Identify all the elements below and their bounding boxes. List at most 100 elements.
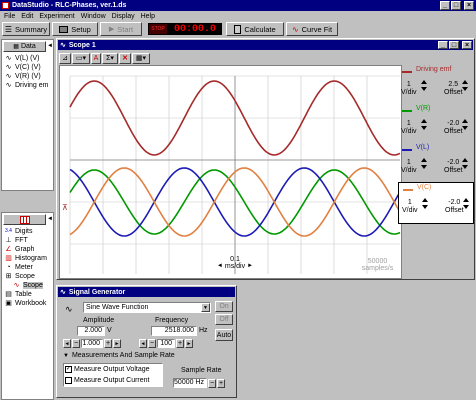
offset-down-arrow[interactable] [463, 205, 469, 209]
legend-vc[interactable]: V(C) 1 V/div -2.0 Offset [398, 182, 474, 224]
measurements-toggle[interactable]: ▼ Measurements And Sample Rate [63, 352, 175, 359]
summary-button[interactable]: ☰ Summary [2, 22, 50, 36]
legend-driving-emf[interactable]: Driving emf 1 V/div 2.5 Offset [398, 65, 474, 107]
offset-up-arrow[interactable] [462, 158, 468, 162]
vdiv-up-arrow[interactable] [422, 198, 428, 202]
amplitude-step-field[interactable]: 1.000 [81, 339, 103, 348]
offset-up-arrow[interactable] [462, 80, 468, 84]
amplitude-left-arrow[interactable]: ◄ [63, 339, 71, 348]
frequency-left-arrow[interactable]: ◄ [139, 339, 147, 348]
data-item-driving-emf[interactable]: ∿ Driving em [4, 81, 54, 90]
menu-display[interactable]: Display [112, 13, 135, 20]
display-item-workbook[interactable]: ▣ Workbook [4, 299, 54, 308]
vdiv-down-arrow[interactable] [421, 165, 427, 169]
offset-up-arrow[interactable] [462, 119, 468, 123]
menu-help[interactable]: Help [141, 13, 155, 20]
delete-button[interactable]: ✕ [119, 52, 131, 64]
data-item-vl[interactable]: ∿ V(L) (V) [4, 54, 54, 63]
frequency-increase-button[interactable]: + [176, 339, 184, 348]
legend-vl[interactable]: V(L) 1 V/div -2.0 Offset [398, 143, 474, 185]
displays-scroll-arrow[interactable]: ◄ [47, 216, 53, 222]
chevron-down-icon[interactable]: ▼ [201, 303, 210, 312]
on-button[interactable]: On [215, 301, 233, 312]
sample-rate-label: Sample Rate [181, 367, 222, 374]
amplitude-right-arrow[interactable]: ► [113, 339, 121, 348]
display-item-meter[interactable]: ◔ Meter [4, 263, 54, 272]
data-item-vc[interactable]: ∿ V(C) (V) [4, 63, 54, 72]
amplitude-field[interactable]: 2.000 [77, 326, 105, 336]
curve-fit-button[interactable]: ∿ Curve Fit [286, 22, 338, 36]
stop-indicator[interactable]: STOP [148, 23, 168, 35]
displays-button[interactable] [3, 214, 46, 225]
toolbar: ☰ Summary Setup ▶ Start STOP 00:00.0 Cal… [0, 21, 476, 38]
graph-icon: ∠ [5, 246, 12, 253]
statistics-button[interactable]: Σ▾ [102, 52, 118, 64]
vdiv-up-arrow[interactable] [421, 80, 427, 84]
display-item-fft[interactable]: ⊥ FFT [4, 236, 54, 245]
menu-edit[interactable]: Edit [21, 13, 33, 20]
legend-swatch [402, 149, 412, 151]
menu-file[interactable]: File [4, 13, 15, 20]
vdiv-down-arrow[interactable] [422, 205, 428, 209]
vdiv-down-arrow[interactable] [421, 87, 427, 91]
time-scale-left-arrow[interactable]: ◄ [217, 263, 223, 270]
vdiv-up-arrow[interactable] [421, 158, 427, 162]
display-item-table[interactable]: ▤ Table [4, 290, 54, 299]
sample-rate-increase-button[interactable]: + [217, 378, 225, 388]
data-scroll-arrow[interactable]: ◄ [47, 43, 53, 49]
summary-icon: ☰ [4, 24, 13, 34]
time-scale: 0.1 ◄ ms/div ► [215, 256, 255, 270]
display-item-graph[interactable]: ∠ Graph [4, 245, 54, 254]
table-icon: ▤ [5, 291, 12, 298]
data-item-vr[interactable]: ∿ V(R) (V) [4, 72, 54, 81]
measure-voltage-checkbox[interactable]: ✓ [65, 366, 72, 373]
waveform-select[interactable]: Sine Wave Function ▼ [83, 302, 211, 313]
auto-button[interactable]: Auto [215, 329, 233, 341]
setup-button[interactable]: Setup [52, 22, 98, 36]
legend-vr[interactable]: V(R) 1 V/div -2.0 Offset [398, 104, 474, 146]
calculate-button[interactable]: Calculate [226, 22, 284, 36]
off-button[interactable]: Off [215, 314, 233, 325]
amplitude-decrease-button[interactable]: − [72, 339, 80, 348]
offset-down-arrow[interactable] [462, 126, 468, 130]
vdiv-down-arrow[interactable] [421, 126, 427, 130]
amplitude-increase-button[interactable]: + [104, 339, 112, 348]
time-scale-right-arrow[interactable]: ► [247, 263, 253, 270]
offset-down-arrow[interactable] [462, 165, 468, 169]
display-item-scope[interactable]: ⊞ Scope [4, 272, 54, 281]
sine-wave-icon: ∿ [65, 304, 73, 314]
digits-icon: 3.4 [5, 228, 12, 234]
minimize-icon[interactable]: _ [440, 1, 450, 10]
vdiv-up-arrow[interactable] [421, 119, 427, 123]
offset-down-arrow[interactable] [462, 87, 468, 91]
offset-up-arrow[interactable] [463, 198, 469, 202]
measure-voltage-checkbox-row[interactable]: ✓ Measure Output Voltage [64, 364, 162, 375]
frequency-right-arrow[interactable]: ► [185, 339, 193, 348]
start-button[interactable]: ▶ Start [100, 22, 142, 36]
display-item-scope-1[interactable]: ∿ Scope [4, 281, 54, 290]
menu-experiment[interactable]: Experiment [39, 13, 74, 20]
maximize-icon[interactable]: □ [451, 1, 461, 10]
scope-minimize-icon[interactable]: _ [438, 41, 448, 49]
frequency-decrease-button[interactable]: − [148, 339, 156, 348]
smart-cursor-button[interactable]: ▭▾ [72, 52, 90, 64]
display-item-histogram[interactable]: ▥ Histogram [4, 254, 54, 263]
sample-rate-decrease-button[interactable]: − [208, 378, 216, 388]
measurements-box: ✓ Measure Output Voltage Measure Output … [63, 363, 163, 387]
measure-current-checkbox[interactable] [65, 377, 72, 384]
menu-window[interactable]: Window [81, 13, 106, 20]
frequency-field[interactable]: 2518.000 [151, 326, 197, 336]
close-icon[interactable]: × [464, 1, 474, 10]
frequency-step-field[interactable]: 100 [157, 339, 175, 348]
data-select-button[interactable]: ▦▾ [132, 52, 150, 64]
scale-to-fit-button[interactable]: ⊿ [59, 52, 71, 64]
triangle-down-icon: ▼ [63, 352, 69, 359]
scope-close-icon[interactable]: × [462, 41, 472, 49]
note-button[interactable]: A [91, 52, 101, 64]
sample-rate-field[interactable]: 50000 Hz [173, 378, 207, 388]
display-item-digits[interactable]: 3.4 Digits [4, 227, 54, 236]
measure-current-checkbox-row[interactable]: Measure Output Current [64, 375, 162, 386]
data-button[interactable]: ▦ Data [3, 41, 46, 52]
scope-plot[interactable]: ⊼ [60, 66, 401, 278]
scope-maximize-icon[interactable]: □ [449, 41, 459, 49]
